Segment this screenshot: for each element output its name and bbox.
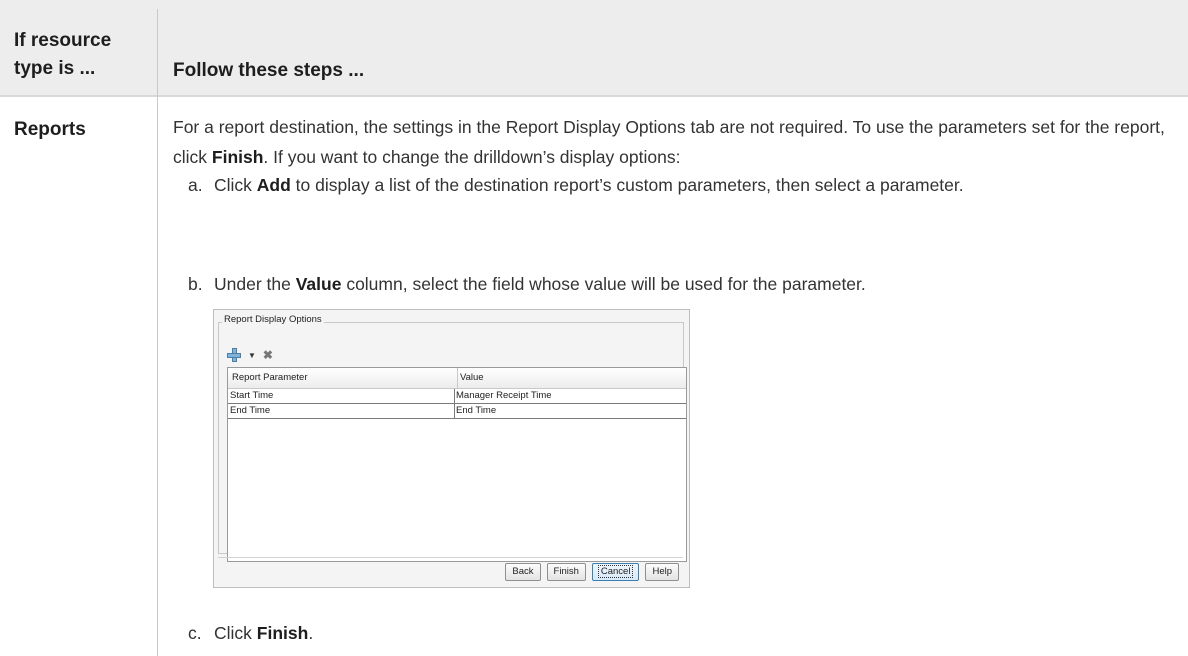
cell-value[interactable]: End Time bbox=[456, 405, 496, 416]
step-marker: c. bbox=[188, 623, 202, 643]
cell-value[interactable]: Manager Receipt Time bbox=[456, 390, 552, 401]
grid-toolbar: ▼ ✖ bbox=[227, 347, 273, 363]
step-a: a. Click Add to display a list of the de… bbox=[188, 172, 1178, 198]
table-row[interactable]: End Time End Time bbox=[228, 404, 686, 419]
step-bold: Finish bbox=[256, 623, 309, 643]
cancel-label: Cancel bbox=[597, 565, 634, 578]
dialog-divider bbox=[218, 557, 683, 558]
triangle-down-icon[interactable]: ▼ bbox=[248, 351, 256, 360]
finish-button[interactable]: Finish bbox=[546, 563, 586, 581]
column-header-parameter[interactable]: Report Parameter bbox=[232, 372, 308, 383]
intro-bold-finish: Finish bbox=[211, 147, 264, 167]
group-title: Report Display Options bbox=[222, 314, 324, 325]
step-bold: Value bbox=[295, 274, 342, 294]
table-row[interactable]: Start Time Manager Receipt Time bbox=[228, 389, 686, 404]
resource-type-label: Reports bbox=[14, 119, 86, 140]
step-text: Click Add to display a list of the desti… bbox=[214, 175, 964, 195]
cell-parameter: Start Time bbox=[230, 390, 274, 401]
header-resource-type: If resource type is ... bbox=[14, 30, 112, 79]
back-button[interactable]: Back bbox=[505, 563, 541, 581]
column-header-value[interactable]: Value bbox=[460, 372, 484, 383]
step-c: c. Click Finish. bbox=[188, 620, 1178, 646]
step-marker: b. bbox=[188, 274, 203, 294]
help-button[interactable]: Help bbox=[645, 563, 679, 581]
plus-icon[interactable] bbox=[227, 348, 241, 362]
x-icon[interactable]: ✖ bbox=[263, 348, 273, 362]
intro-paragraph: For a report destination, the settings i… bbox=[173, 112, 1178, 172]
parameters-grid: Report Parameter Value Start Time Manage… bbox=[227, 367, 687, 562]
step-b: b. Under the Value column, select the fi… bbox=[188, 271, 1178, 297]
report-display-options-dialog: ▼ ✖ Report Parameter Value Start Time Ma… bbox=[213, 309, 690, 588]
grid-header: Report Parameter Value bbox=[228, 368, 686, 389]
step-marker: a. bbox=[188, 175, 203, 195]
cancel-button[interactable]: Cancel bbox=[591, 563, 640, 581]
step-text: Under the Value column, select the field… bbox=[214, 274, 866, 294]
intro-text-2: . If you want to change the drilldown’s … bbox=[263, 147, 681, 167]
header-follow-steps: Follow these steps ... bbox=[173, 60, 365, 81]
column-divider bbox=[157, 9, 158, 656]
steps-table: If resource type is ... Follow these ste… bbox=[0, 0, 1188, 656]
step-text: Click Finish. bbox=[214, 623, 314, 643]
step-bold: Add bbox=[256, 175, 291, 195]
options-group: ▼ ✖ Report Parameter Value Start Time Ma… bbox=[218, 322, 687, 562]
dialog-buttons: Back Finish Cancel Help bbox=[505, 563, 679, 581]
cell-parameter: End Time bbox=[230, 405, 271, 416]
